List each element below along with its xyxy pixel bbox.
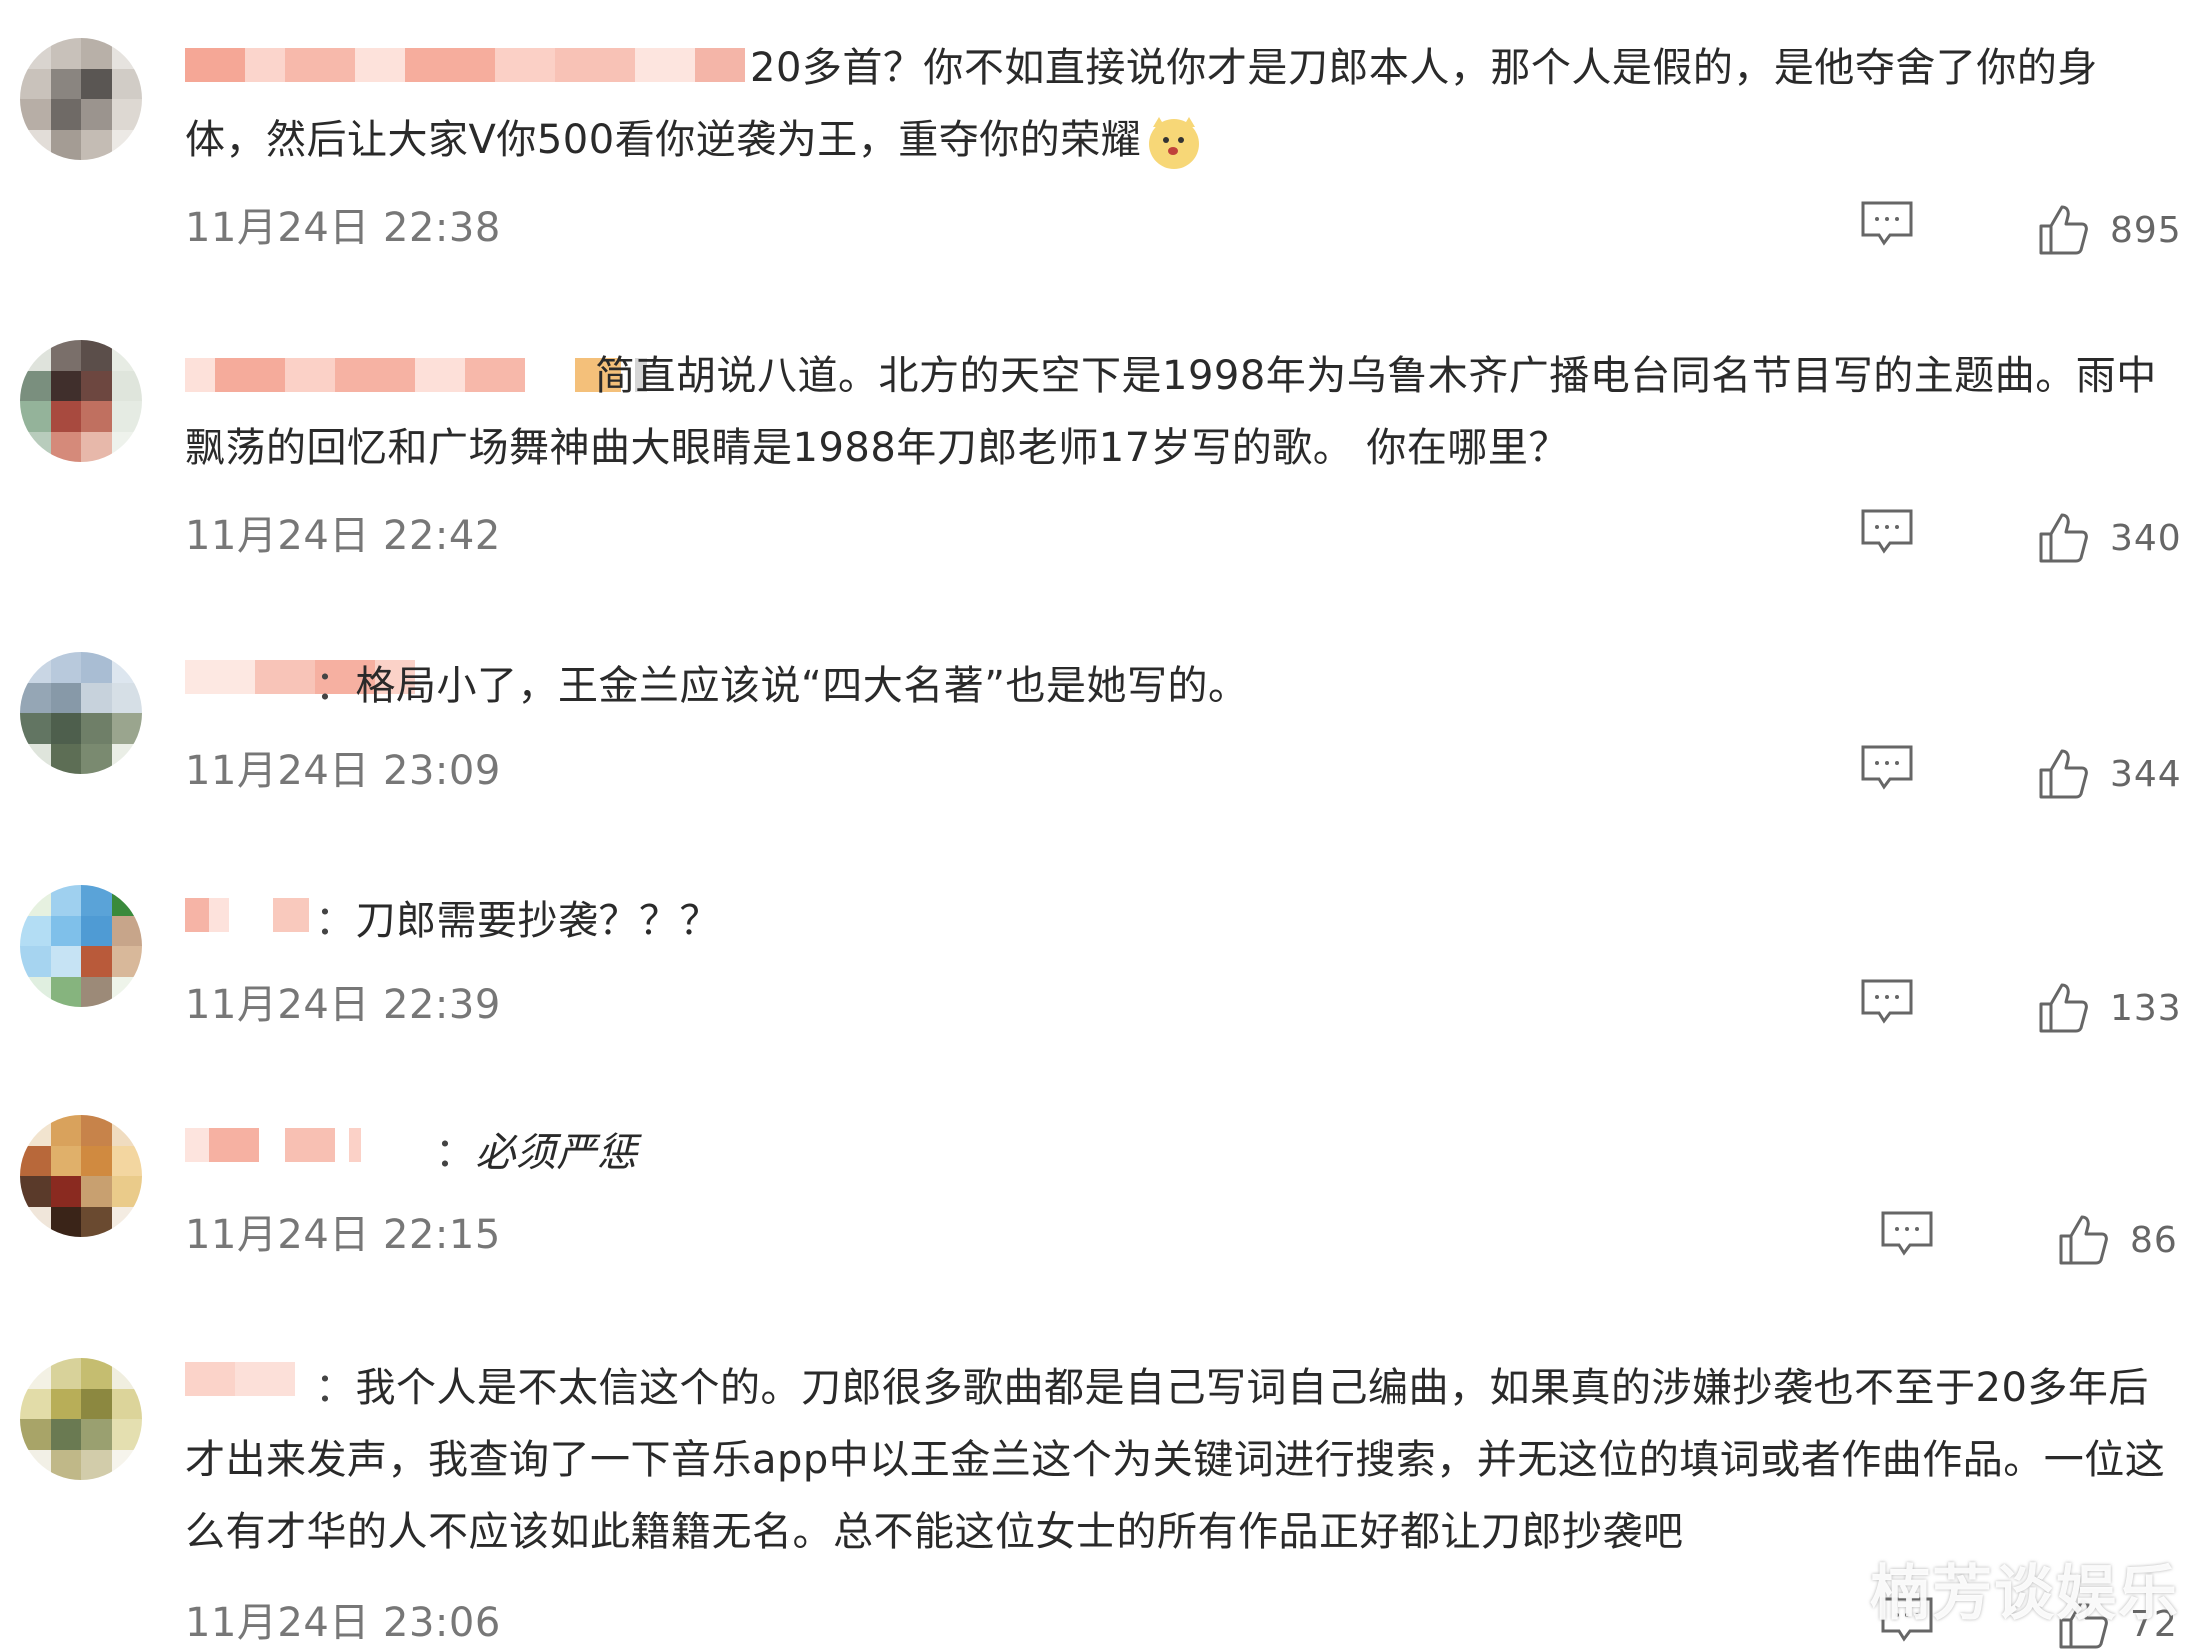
avatar[interactable] [20,652,142,774]
comment-timestamp: 11月24日 22:39 [185,982,501,1028]
comment-timestamp: 11月24日 22:42 [185,513,501,559]
comment-text: 20多首？你不如直接说你才是刀郎本人，那个人是假的，是他夺舍了你的身体，然后让大… [185,32,2175,176]
comment-timestamp: 11月24日 23:06 [185,1600,501,1646]
avatar[interactable] [20,885,142,1007]
separator: ： [315,663,356,709]
comment-text: ：必须严惩 [435,1130,638,1176]
like-count: 340 [2110,518,2182,559]
separator: ： [435,1130,476,1176]
separator: ： [315,1365,356,1411]
comment-icon[interactable] [1860,744,1914,790]
separator: ： [315,898,356,944]
like-count: 344 [2110,754,2182,795]
comment-timestamp: 11月24日 22:15 [185,1212,501,1258]
avatar[interactable] [20,38,142,160]
thumbs-up-icon[interactable] [2058,1214,2108,1266]
comment-icon[interactable] [1860,978,1914,1024]
like-count: 86 [2130,1220,2178,1261]
like-count: 133 [2110,988,2182,1029]
like-count: 895 [2110,210,2182,251]
thumbs-up-icon[interactable] [2038,204,2088,256]
comment-text: 简直胡说八道。北方的天空下是1998年为乌鲁木齐广播电台同名节目写的主题曲。雨中… [185,353,2157,471]
avatar[interactable] [20,1358,142,1480]
comment-icon[interactable] [1860,200,1914,246]
thumbs-up-icon[interactable] [2038,982,2088,1034]
doge-emoji-icon [1149,117,1200,169]
comment-timestamp: 11月24日 23:09 [185,748,501,794]
thumbs-up-icon[interactable] [2038,512,2088,564]
avatar[interactable] [20,1115,142,1237]
comment-timestamp: 11月24日 22:38 [185,205,501,251]
comment-text: ：格局小了，王金兰应该说“四大名著”也是她写的。 [315,663,1249,709]
thumbs-up-icon[interactable] [2038,748,2088,800]
avatar[interactable] [20,340,142,462]
comment-text: ：刀郎需要抄袭？？？ [315,898,720,944]
comment-icon[interactable] [1880,1210,1934,1256]
comment-text: ：我个人是不太信这个的。刀郎很多歌曲都是自己写词自己编曲，如果真的涉嫌抄袭也不至… [185,1365,2166,1555]
watermark: 楠芳谈娱乐 [1870,1559,2180,1629]
comment-icon[interactable] [1860,508,1914,554]
